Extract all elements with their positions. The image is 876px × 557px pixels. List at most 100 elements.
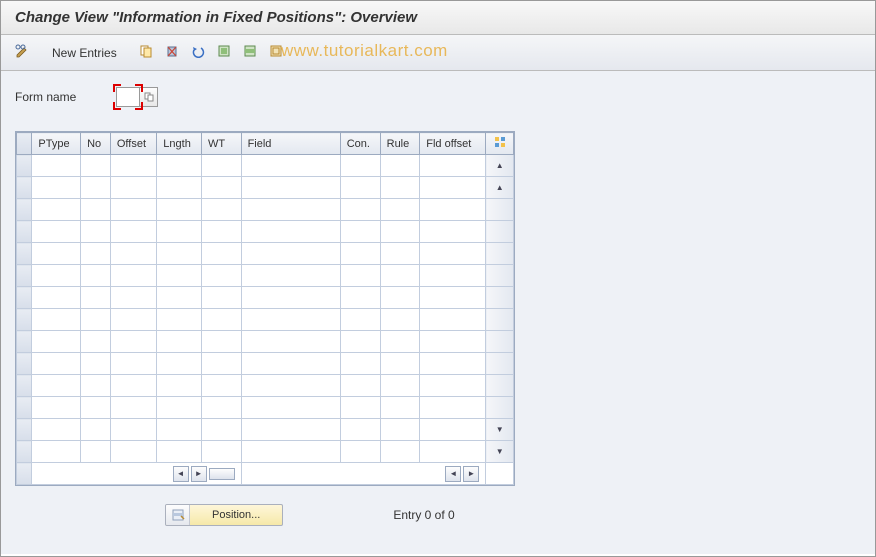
- row-selector[interactable]: [17, 199, 32, 221]
- col-rule[interactable]: Rule: [380, 133, 420, 155]
- cell[interactable]: [110, 221, 156, 243]
- cell[interactable]: [201, 419, 241, 441]
- cell[interactable]: [81, 331, 111, 353]
- cell[interactable]: [380, 221, 420, 243]
- cell[interactable]: [380, 155, 420, 177]
- row-selector[interactable]: [17, 419, 32, 441]
- cell[interactable]: [110, 331, 156, 353]
- cell[interactable]: [81, 287, 111, 309]
- cell[interactable]: [420, 243, 486, 265]
- cell[interactable]: [340, 243, 380, 265]
- cell[interactable]: [420, 419, 486, 441]
- scroll-down-button[interactable]: ▼: [486, 441, 514, 463]
- cell[interactable]: [157, 199, 202, 221]
- cell[interactable]: [157, 331, 202, 353]
- cell[interactable]: [32, 331, 81, 353]
- cell[interactable]: [340, 331, 380, 353]
- cell[interactable]: [340, 375, 380, 397]
- cell[interactable]: [380, 419, 420, 441]
- cell[interactable]: [340, 177, 380, 199]
- cell[interactable]: [157, 177, 202, 199]
- cell[interactable]: [81, 243, 111, 265]
- position-button[interactable]: Position...: [165, 504, 283, 526]
- row-selector[interactable]: [17, 375, 32, 397]
- row-selector[interactable]: [17, 243, 32, 265]
- select-block-button[interactable]: [238, 41, 262, 65]
- row-selector[interactable]: [17, 397, 32, 419]
- cell[interactable]: [420, 397, 486, 419]
- cell[interactable]: [201, 177, 241, 199]
- col-field[interactable]: Field: [241, 133, 340, 155]
- col-no[interactable]: No: [81, 133, 111, 155]
- cell[interactable]: [241, 243, 340, 265]
- cell[interactable]: [241, 265, 340, 287]
- col-offset[interactable]: Offset: [110, 133, 156, 155]
- col-wt[interactable]: WT: [201, 133, 241, 155]
- cell[interactable]: [340, 309, 380, 331]
- hscroll-thumb[interactable]: [209, 468, 235, 480]
- scroll-right2-button[interactable]: ►: [463, 466, 479, 482]
- col-con[interactable]: Con.: [340, 133, 380, 155]
- cell[interactable]: [380, 177, 420, 199]
- vscroll-track[interactable]: [486, 331, 514, 353]
- vscroll-track[interactable]: [486, 199, 514, 221]
- row-selector[interactable]: [17, 309, 32, 331]
- cell[interactable]: [110, 199, 156, 221]
- new-entries-button[interactable]: New Entries: [43, 42, 126, 64]
- row-selector[interactable]: [17, 177, 32, 199]
- vscroll-track[interactable]: [486, 353, 514, 375]
- cell[interactable]: [81, 397, 111, 419]
- cell[interactable]: [420, 155, 486, 177]
- cell[interactable]: [420, 265, 486, 287]
- cell[interactable]: [157, 397, 202, 419]
- cell[interactable]: [241, 397, 340, 419]
- cell[interactable]: [157, 309, 202, 331]
- cell[interactable]: [110, 243, 156, 265]
- cell[interactable]: [380, 265, 420, 287]
- row-selector[interactable]: [17, 155, 32, 177]
- cell[interactable]: [420, 353, 486, 375]
- cell[interactable]: [201, 331, 241, 353]
- cell[interactable]: [32, 265, 81, 287]
- cell[interactable]: [420, 375, 486, 397]
- cell[interactable]: [81, 221, 111, 243]
- cell[interactable]: [201, 353, 241, 375]
- form-name-f4-button[interactable]: [140, 87, 158, 107]
- row-selector[interactable]: [17, 331, 32, 353]
- cell[interactable]: [32, 177, 81, 199]
- col-lngth[interactable]: Lngth: [157, 133, 202, 155]
- cell[interactable]: [420, 309, 486, 331]
- cell[interactable]: [32, 243, 81, 265]
- scroll-right-button[interactable]: ►: [191, 466, 207, 482]
- cell[interactable]: [380, 331, 420, 353]
- cell[interactable]: [201, 199, 241, 221]
- cell[interactable]: [420, 199, 486, 221]
- col-fld-offset[interactable]: Fld offset: [420, 133, 486, 155]
- cell[interactable]: [201, 441, 241, 463]
- cell[interactable]: [157, 353, 202, 375]
- cell[interactable]: [81, 375, 111, 397]
- cell[interactable]: [81, 265, 111, 287]
- vscroll-track[interactable]: ▲: [486, 177, 514, 199]
- cell[interactable]: [81, 353, 111, 375]
- cell[interactable]: [380, 353, 420, 375]
- cell[interactable]: [420, 441, 486, 463]
- vscroll-track[interactable]: [486, 375, 514, 397]
- cell[interactable]: [201, 221, 241, 243]
- cell[interactable]: [241, 177, 340, 199]
- cell[interactable]: [340, 353, 380, 375]
- cell[interactable]: [81, 419, 111, 441]
- cell[interactable]: [157, 243, 202, 265]
- cell[interactable]: [241, 419, 340, 441]
- cell[interactable]: [201, 375, 241, 397]
- cell[interactable]: [32, 441, 81, 463]
- cell[interactable]: [380, 397, 420, 419]
- cell[interactable]: [241, 155, 340, 177]
- cell[interactable]: [32, 199, 81, 221]
- cell[interactable]: [380, 375, 420, 397]
- cell[interactable]: [201, 397, 241, 419]
- cell[interactable]: [110, 441, 156, 463]
- row-selector[interactable]: [17, 441, 32, 463]
- cell[interactable]: [201, 287, 241, 309]
- vscroll-track[interactable]: [486, 309, 514, 331]
